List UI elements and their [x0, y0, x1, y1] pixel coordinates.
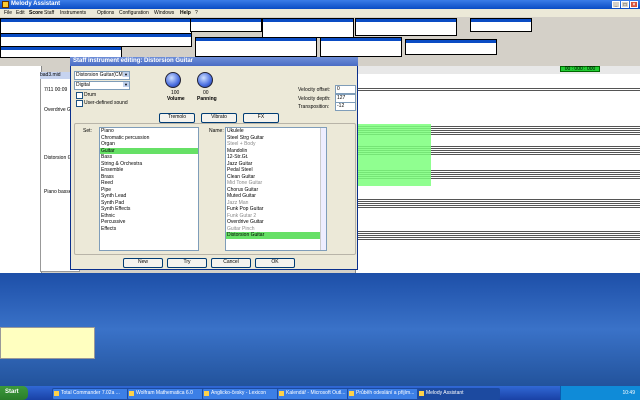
volume-label: Volume — [167, 96, 185, 102]
drum-label: Drum — [84, 92, 97, 98]
transposition-label: Transposition: — [298, 104, 330, 110]
note-palette[interactable] — [0, 18, 192, 34]
articulation-palette[interactable] — [355, 18, 457, 36]
app-icon — [2, 1, 9, 8]
app-icon — [129, 391, 134, 396]
volume-knob-icon[interactable] — [165, 72, 181, 88]
velocity-offset-label: Velocity offset: — [298, 87, 331, 93]
staff-selector-strip[interactable] — [0, 66, 42, 273]
bar-palette[interactable] — [320, 37, 402, 57]
chevron-down-icon: ▼ — [123, 72, 129, 77]
transposition-field[interactable]: -12 — [335, 102, 356, 111]
clock: 10:49 — [622, 390, 635, 396]
window-title: Melody Assistant — [11, 1, 61, 7]
user-sound-label: User-defined sound — [84, 100, 128, 106]
minimize-button[interactable]: _ — [612, 1, 620, 8]
dialog-title-bar: Staff instrument editing: Distorsion Gui… — [70, 57, 358, 66]
menu-edit[interactable]: Edit — [16, 10, 25, 16]
menu-staff[interactable]: Staff — [44, 10, 54, 16]
ok-button[interactable]: OK — [255, 258, 295, 268]
menu-score[interactable]: Score — [29, 10, 43, 16]
app-icon — [349, 391, 354, 396]
tools-palette[interactable] — [470, 18, 532, 32]
start-label: Start — [5, 389, 19, 395]
task-outlook-calendar[interactable]: Kalendář - Microsoft Outl... — [277, 388, 355, 400]
velocity-depth-label: Velocity depth: — [298, 96, 331, 102]
name-list[interactable]: Ukulele Steel Strg Guitar Steel + Body M… — [225, 127, 327, 251]
cancel-button[interactable]: Cancel — [211, 258, 251, 268]
score-view[interactable] — [355, 66, 640, 273]
close-button[interactable]: × — [630, 1, 638, 8]
name-list-scrollbar[interactable] — [320, 128, 326, 250]
try-button[interactable]: Try — [167, 258, 207, 268]
symbol-palette[interactable] — [262, 18, 354, 38]
menu-windows[interactable]: Windows — [154, 10, 174, 16]
maximize-button[interactable]: □ — [621, 1, 629, 8]
task-mathematica[interactable]: Wolfram Mathematica 6.0 — [127, 388, 210, 400]
chevron-down-icon: ▼ — [123, 82, 129, 87]
fx-button[interactable]: FX — [243, 113, 279, 123]
menu-bar: File Edit Score Staff Instruments Option… — [0, 9, 640, 17]
system-tray: 10:49 — [560, 386, 640, 400]
menu-instruments[interactable]: Instruments — [60, 10, 86, 16]
task-total-commander[interactable]: Total Commander 7.02a ... — [52, 388, 135, 400]
task-melody-assistant[interactable]: Melody Assistant — [417, 388, 500, 400]
title-bar: Melody Assistant _ □ × — [0, 0, 640, 9]
bg-staff-label-3: Piano basse — [44, 189, 72, 195]
panning-label: Panning — [197, 96, 217, 102]
new-button[interactable]: New — [123, 258, 163, 268]
name-label: Name: — [209, 128, 224, 134]
instrument-combo[interactable]: Distorsion Guitar(CM) ▼ — [74, 71, 130, 80]
menu-configuration[interactable]: Configuration — [119, 10, 149, 16]
set-label: Set: — [83, 128, 92, 134]
user-sound-checkbox[interactable] — [76, 100, 83, 107]
source-combo[interactable]: Digital ▼ — [74, 81, 130, 90]
ornament-palette[interactable] — [195, 37, 317, 57]
tremolo-button[interactable]: Tremolo — [159, 113, 195, 123]
list-item-selected[interactable]: Distorsion Guitar — [226, 232, 326, 239]
task-lexicon[interactable]: Anglicko-česky - Lexicon — [202, 388, 285, 400]
lyrics-palette[interactable] — [405, 39, 497, 55]
panning-knob-icon[interactable] — [197, 72, 213, 88]
start-button[interactable]: Start — [0, 386, 28, 400]
velocity-offset-field[interactable]: 0 — [335, 85, 356, 94]
position-indicator: 00 : 000 : 000 — [560, 66, 600, 72]
clef-palette[interactable] — [190, 18, 262, 32]
app-icon — [279, 391, 284, 396]
app-icon — [54, 391, 59, 396]
list-item[interactable]: Effects — [100, 226, 198, 233]
app-icon — [204, 391, 209, 396]
bg-window-time: 7/11 00:09 — [44, 87, 68, 93]
menu-help[interactable]: Help — [180, 10, 191, 16]
menu-options[interactable]: Options — [97, 10, 114, 16]
dialog-title: Staff instrument editing: Distorsion Gui… — [73, 58, 194, 64]
vibrato-button[interactable]: Vibrato — [201, 113, 237, 123]
desktop-background — [0, 273, 640, 386]
drum-checkbox[interactable] — [76, 92, 83, 99]
sticky-note[interactable] — [0, 327, 95, 359]
staff-instrument-dialog: Distorsion Guitar(CM) ▼ Digital ▼ Drum Use… — [70, 57, 358, 270]
menu-about[interactable]: ? — [195, 10, 198, 16]
task-send-receive[interactable]: Průběh odeslání a přijím... — [347, 388, 425, 400]
accidental-palette[interactable] — [0, 33, 192, 47]
menu-file[interactable]: File — [4, 10, 12, 16]
app-icon — [419, 391, 424, 396]
set-list[interactable]: Piano Chromatic percussion Organ Guitar … — [99, 127, 199, 251]
